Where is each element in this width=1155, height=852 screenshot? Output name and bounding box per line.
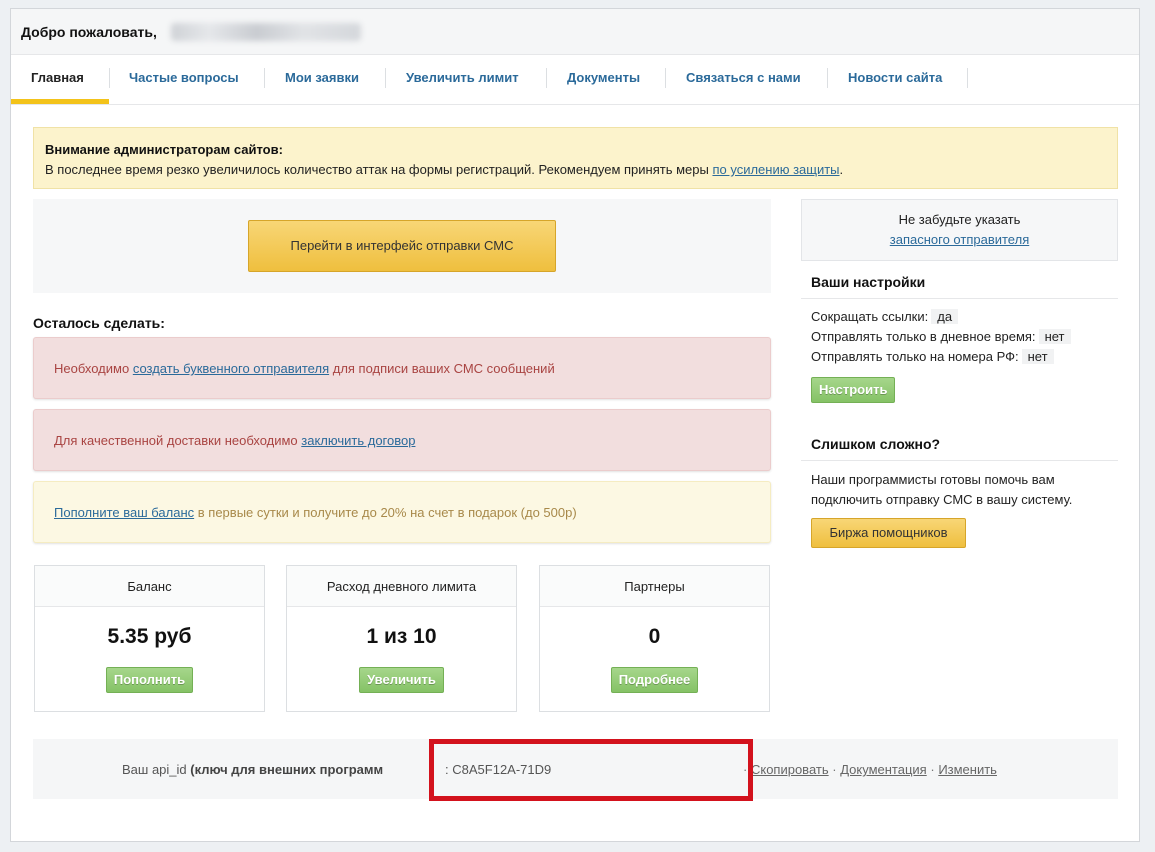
main-nav: Главная Частые вопросы Мои заявки Увелич… — [11, 55, 1139, 105]
api-id-label: Ваш api_id (ключ для внешних программ — [122, 762, 383, 777]
sms-interface-button[interactable]: Перейти в интерфейс отправки СМС — [248, 220, 556, 272]
setting-rf-only: Отправлять только на номера РФ: нет — [811, 349, 1054, 364]
nav-separator — [546, 68, 547, 88]
welcome-text: Добро пожаловать, — [21, 24, 157, 40]
setting-value: да — [931, 309, 959, 324]
change-api-link[interactable]: Изменить — [938, 762, 997, 777]
api-key-highlight-box — [429, 739, 753, 801]
nav-separator — [665, 68, 666, 88]
tab-faq[interactable]: Частые вопросы — [129, 70, 239, 85]
helpers-exchange-button[interactable]: Биржа помощников — [811, 518, 966, 548]
sms-interface-box: Перейти в интерфейс отправки СМС — [33, 199, 771, 293]
setting-label: Отправлять только в дневное время: — [811, 329, 1036, 344]
blurred-username — [171, 23, 361, 41]
setting-value: нет — [1021, 349, 1054, 364]
api-label-bold: (ключ для внешних программ — [190, 762, 384, 777]
backup-sender-text: Не забудьте указать — [898, 212, 1021, 227]
daily-limit-card: Расход дневного лимита 1 из 10 Увеличить — [286, 565, 517, 712]
link-dot: · — [930, 762, 935, 777]
todo-prefix: Необходимо — [54, 361, 130, 376]
tab-increase-limit[interactable]: Увеличить лимит — [406, 70, 519, 85]
balance-title: Баланс — [35, 566, 264, 607]
partners-card: Партнеры 0 Подробнее — [539, 565, 770, 712]
tab-news[interactable]: Новости сайта — [848, 70, 942, 85]
balance-value: 5.35 руб — [107, 625, 192, 648]
configure-button[interactable]: Настроить — [811, 377, 896, 403]
copy-api-link[interactable]: Скопировать — [751, 762, 829, 777]
tab-contact[interactable]: Связаться с нами — [686, 70, 801, 85]
setting-label: Сокращать ссылки: — [811, 309, 929, 324]
nav-separator — [385, 68, 386, 88]
create-sender-link[interactable]: создать буквенного отправителя — [133, 361, 329, 376]
partners-details-button[interactable]: Подробнее — [610, 667, 699, 693]
api-label-prefix: Ваш api_id — [122, 762, 187, 777]
tab-documents[interactable]: Документы — [567, 70, 640, 85]
top-up-balance-link[interactable]: Пополните ваш баланс — [54, 505, 194, 520]
setting-value: нет — [1038, 329, 1071, 344]
partners-value: 0 — [648, 625, 661, 648]
todo-title: Осталось сделать: — [33, 315, 165, 331]
link-dot: · — [832, 762, 837, 777]
contract-link[interactable]: заключить договор — [301, 433, 415, 448]
tab-home[interactable]: Главная — [31, 70, 84, 85]
todo-suffix: в первые сутки и получите до 20% на счет… — [197, 505, 577, 520]
daily-limit-title: Расход дневного лимита — [287, 566, 516, 607]
todo-contract-alert: Для качественной доставки необходимо зак… — [33, 409, 771, 471]
nav-separator — [967, 68, 968, 88]
daily-limit-value: 1 из 10 — [366, 625, 437, 648]
documentation-link[interactable]: Документация — [840, 762, 927, 777]
active-tab-indicator — [11, 99, 109, 104]
setting-daytime-only: Отправлять только в дневное время: нет — [811, 329, 1071, 344]
admin-alert: Внимание администраторам сайтов: В после… — [33, 127, 1118, 189]
backup-sender-link[interactable]: запасного отправителя — [802, 230, 1117, 250]
todo-balance-alert: Пополните ваш баланс в первые сутки и по… — [33, 481, 771, 543]
protection-link[interactable]: по усилению защиты — [712, 162, 839, 177]
top-up-button[interactable]: Пополнить — [105, 667, 194, 693]
increase-limit-button[interactable]: Увеличить — [359, 667, 444, 693]
alert-text: В последнее время резко увеличилось коли… — [45, 162, 709, 177]
alert-suffix: . — [839, 162, 844, 177]
todo-suffix: для подписи ваших СМС сообщений — [332, 361, 555, 376]
nav-separator — [109, 68, 110, 88]
backup-sender-note: Не забудьте указать запасного отправител… — [801, 199, 1118, 261]
partners-title: Партнеры — [540, 566, 769, 607]
tab-my-requests[interactable]: Мои заявки — [285, 70, 359, 85]
help-text: Наши программисты готовы помочь вам подк… — [811, 472, 1073, 507]
alert-title: Внимание администраторам сайтов: — [45, 142, 283, 157]
setting-shorten-links: Сокращать ссылки: да — [811, 309, 959, 324]
api-links: · Скопировать · Документация · Изменить — [743, 762, 997, 777]
welcome-bar: Добро пожаловать, — [11, 9, 1139, 55]
setting-label: Отправлять только на номера РФ: — [811, 349, 1019, 364]
help-title: Слишком сложно? — [801, 436, 1118, 461]
todo-prefix: Для качественной доставки необходимо — [54, 433, 298, 448]
page-frame: Добро пожаловать, Главная Частые вопросы… — [10, 8, 1140, 842]
balance-card: Баланс 5.35 руб Пополнить — [34, 565, 265, 712]
nav-separator — [264, 68, 265, 88]
configure-wrap: Настроить — [811, 377, 896, 403]
nav-separator — [827, 68, 828, 88]
settings-title: Ваши настройки — [801, 274, 1118, 299]
todo-sender-alert: Необходимо создать буквенного отправител… — [33, 337, 771, 399]
